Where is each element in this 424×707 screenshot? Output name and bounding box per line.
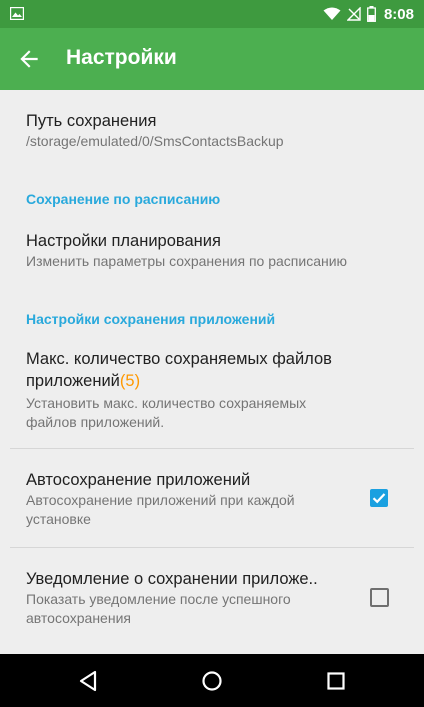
section-header-schedule: Сохранение по расписанию [26,191,221,207]
image-icon [10,7,24,20]
summary-line: файлов приложений. [26,414,165,430]
autosave-checkbox[interactable] [370,489,388,507]
settings-list: Путь сохранения /storage/emulated/0/SmsC… [0,90,424,654]
setting-title: Путь сохранения [26,112,157,130]
summary-line: автосохранения [26,610,131,626]
setting-title: Макс. количество сохраняемых файлов прил… [26,348,406,392]
setting-max-files[interactable]: Макс. количество сохраняемых файлов прил… [26,348,406,432]
summary-line: Автосохранение приложений при каждой [26,492,295,508]
summary-line: установке [26,511,91,527]
clock: 8:08 [383,5,414,23]
arrow-left-icon[interactable] [16,46,42,72]
setting-title-text: приложений [26,372,120,390]
status-bar: 8:08 [0,0,424,28]
setting-notify[interactable]: Уведомление о сохранении приложе.. Показ… [26,568,356,628]
setting-autosave[interactable]: Автосохранение приложений Автосохранение… [26,469,356,529]
setting-title: Автосохранение приложений [26,471,251,489]
home-circle-icon[interactable] [197,666,227,696]
setting-title-line: приложений(5) [26,370,406,392]
section-header-apps: Настройки сохранения приложений [26,311,276,327]
wifi-icon [323,7,341,20]
back-triangle-icon[interactable] [74,666,104,696]
setting-title: Уведомление о сохранении приложе.. [26,570,318,588]
app-bar: Настройки [0,28,424,90]
setting-save-path[interactable]: Путь сохранения /storage/emulated/0/SmsC… [26,110,366,151]
summary-line: Показать уведомление после успешного [26,591,291,607]
notify-checkbox[interactable] [370,588,389,607]
setting-summary: Показать уведомление после успешного авт… [26,590,356,628]
navigation-bar [0,654,424,707]
summary-line: Установить макс. количество сохраняемых [26,395,307,411]
setting-summary: /storage/emulated/0/SmsContactsBackup [26,133,284,149]
count-badge: (5) [119,372,141,390]
setting-summary: Изменить параметры сохранения по расписа… [26,253,348,269]
setting-schedule[interactable]: Настройки планирования Изменить параметр… [26,230,366,271]
setting-title-line: Макс. количество сохраняемых файлов [26,350,332,368]
check-icon [372,493,386,504]
page-title: Настройки [66,46,177,69]
setting-summary: Автосохранение приложений при каждой уст… [26,491,356,529]
divider [10,448,414,449]
setting-summary: Установить макс. количество сохраняемых … [26,394,406,432]
setting-title: Настройки планирования [26,232,221,250]
recents-square-icon[interactable] [321,666,351,696]
divider [10,547,414,548]
battery-icon [367,6,376,22]
no-signal-icon [346,7,361,21]
